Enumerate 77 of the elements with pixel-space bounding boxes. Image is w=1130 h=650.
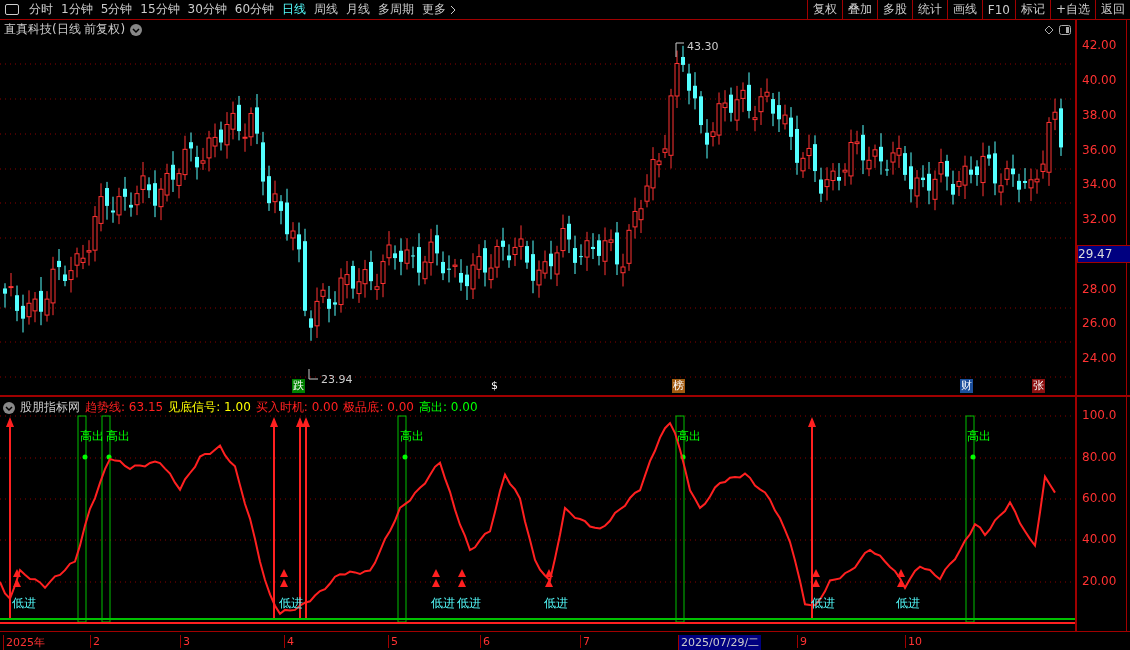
price-axis-label: 42.00 bbox=[1082, 38, 1117, 52]
price-axis-label: 36.00 bbox=[1082, 143, 1117, 157]
chevron-right-icon[interactable] bbox=[450, 4, 457, 15]
low-marker-line bbox=[308, 368, 319, 380]
period-tab[interactable]: 30分钟 bbox=[183, 1, 231, 18]
sell-signal-label: 高出 bbox=[967, 429, 991, 443]
toolbar-button[interactable]: 标记 bbox=[1014, 0, 1050, 19]
date-label: 7 bbox=[580, 635, 592, 648]
period-tab[interactable]: 1分钟 bbox=[57, 1, 97, 18]
buy-signal-label: 低进 bbox=[457, 596, 481, 610]
legend-value: 极品底: 0.00 bbox=[343, 399, 414, 416]
diamond-icon[interactable] bbox=[1044, 24, 1054, 35]
date-label: 5 bbox=[388, 635, 400, 648]
current-price-label: 29.47 bbox=[1077, 245, 1130, 263]
sell-signal-label: 高出 bbox=[80, 429, 104, 443]
sell-signal-label: 高出 bbox=[400, 429, 424, 443]
period-tab[interactable]: 5分钟 bbox=[96, 1, 137, 18]
buy-signal-label: 低进 bbox=[896, 596, 920, 610]
toolbar-button[interactable]: 返回 bbox=[1095, 0, 1130, 19]
price-axis-label: 28.00 bbox=[1082, 282, 1117, 296]
toolbar-button[interactable]: +自选 bbox=[1049, 0, 1095, 19]
toolbar-button[interactable]: F10 bbox=[981, 0, 1015, 19]
legend-value: 高出: 0.00 bbox=[418, 399, 478, 416]
panel-toggle-icon[interactable] bbox=[5, 4, 19, 15]
price-axis-label: 40.00 bbox=[1082, 73, 1117, 87]
collapse-icon[interactable] bbox=[3, 401, 15, 414]
period-tab[interactable]: 月线 bbox=[342, 1, 375, 18]
period-tab[interactable]: 多周期 bbox=[374, 1, 419, 18]
price-axis-label: 32.00 bbox=[1082, 212, 1117, 226]
event-marker[interactable]: 榜 bbox=[672, 379, 685, 393]
date-label: 3 bbox=[180, 635, 192, 648]
toolbar-button[interactable]: 统计 bbox=[911, 0, 947, 19]
price-axis-label: 34.00 bbox=[1082, 177, 1117, 191]
indicator-axis-label: 40.00 bbox=[1082, 532, 1117, 546]
legend-value: 买入时机: 0.00 bbox=[255, 399, 339, 416]
indicator-name: 股朋指标网 bbox=[20, 399, 80, 416]
date-label: 2025年 bbox=[3, 635, 47, 650]
date-label: 2 bbox=[90, 635, 102, 648]
event-marker[interactable]: $ bbox=[490, 379, 499, 393]
date-label: 9 bbox=[797, 635, 809, 648]
event-marker[interactable]: 跌 bbox=[292, 379, 305, 393]
sell-signal-label: 高出 bbox=[677, 429, 701, 443]
toolbar-button[interactable]: 复权 bbox=[806, 0, 842, 19]
period-tab[interactable]: 分时 bbox=[25, 1, 57, 18]
event-marker[interactable]: 财 bbox=[960, 379, 973, 393]
high-price-label: 43.30 bbox=[687, 40, 719, 53]
high-marker-line bbox=[675, 42, 685, 58]
toolbar-button[interactable]: 画线 bbox=[946, 0, 982, 19]
date-label: 4 bbox=[284, 635, 296, 648]
period-tab[interactable]: 60分钟 bbox=[230, 1, 279, 18]
price-axis-label: 26.00 bbox=[1082, 316, 1117, 330]
buy-signal-label: 低进 bbox=[544, 596, 568, 610]
buy-signal-label: 低进 bbox=[431, 596, 455, 610]
toolbar-button[interactable]: 多股 bbox=[876, 0, 912, 19]
indicator-axis-label: 100.0 bbox=[1082, 408, 1117, 422]
indicator-axis-label: 60.00 bbox=[1082, 491, 1117, 505]
date-label: 2025/07/29/二 bbox=[678, 635, 762, 650]
date-label: 10 bbox=[905, 635, 924, 648]
period-tab[interactable]: 周线 bbox=[310, 1, 343, 18]
indicator-axis-label: 20.00 bbox=[1082, 574, 1117, 588]
low-price-label: 23.94 bbox=[321, 373, 353, 386]
price-axis-label: 38.00 bbox=[1082, 108, 1117, 122]
buy-signal-label: 低进 bbox=[12, 596, 36, 610]
toolbar-button[interactable]: 叠加 bbox=[841, 0, 877, 19]
price-axis-label: 24.00 bbox=[1082, 351, 1117, 365]
sell-signal-label: 高出 bbox=[106, 429, 130, 443]
indicator-axis-label: 80.00 bbox=[1082, 450, 1117, 464]
panel-toggle-icon[interactable] bbox=[1059, 24, 1071, 35]
dropdown-icon[interactable] bbox=[130, 23, 143, 36]
legend-value: 趋势线: 63.15 bbox=[85, 399, 164, 416]
event-marker[interactable]: 张 bbox=[1032, 379, 1045, 393]
period-tab[interactable]: 15分钟 bbox=[136, 1, 184, 18]
period-tab[interactable]: 日线 bbox=[278, 1, 311, 18]
date-label: 6 bbox=[480, 635, 492, 648]
legend-value: 见底信号: 1.00 bbox=[168, 399, 251, 416]
period-tab[interactable]: 更多 bbox=[418, 1, 451, 18]
stock-title: 直真科技(日线 前复权) bbox=[4, 21, 126, 38]
